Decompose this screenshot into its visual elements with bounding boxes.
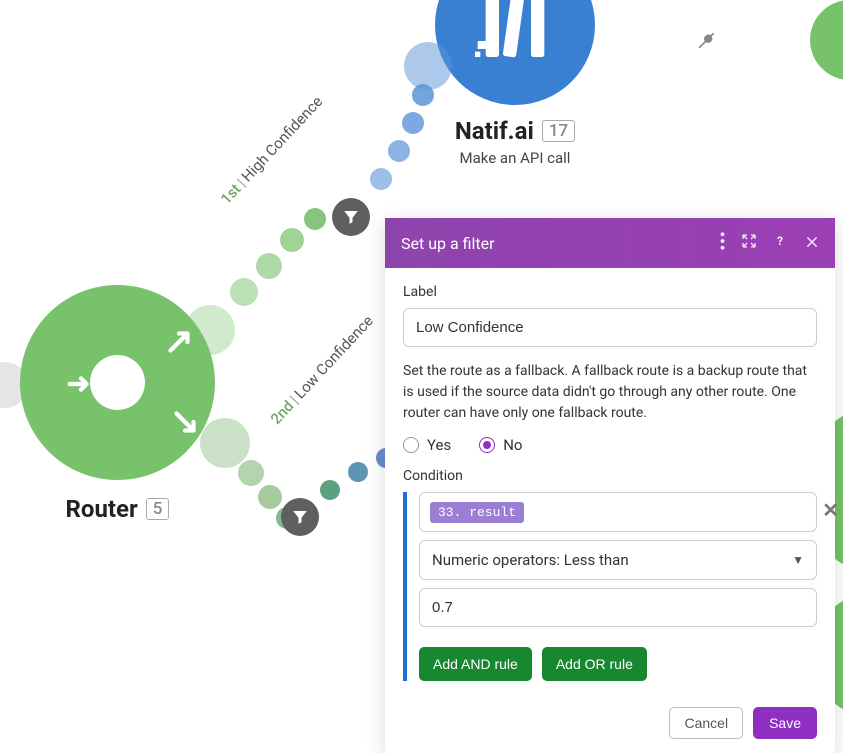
label-input[interactable]: [403, 308, 817, 347]
wrench-icon[interactable]: [696, 28, 716, 52]
natif-title: Natif.ai: [455, 117, 534, 145]
radio-yes[interactable]: Yes: [403, 436, 451, 454]
condition-value-input[interactable]: [419, 588, 817, 627]
panel-header: Set up a filter ?: [385, 218, 835, 268]
condition-field-input[interactable]: 33. result: [419, 492, 817, 532]
natif-badge: 17: [542, 120, 575, 142]
radio-no[interactable]: No: [479, 436, 522, 454]
path-label-high: 1st|High Confidence: [217, 93, 326, 208]
radio-no-dot-icon: [479, 437, 495, 453]
fallback-radios: Yes No: [403, 436, 817, 454]
router-circle[interactable]: [20, 285, 215, 480]
partial-node-top-right: [810, 0, 843, 80]
save-button[interactable]: Save: [753, 707, 817, 739]
close-icon[interactable]: [805, 234, 819, 253]
condition-block: ✕ 33. result Numeric operators: Less tha…: [403, 492, 817, 681]
filter-node-high[interactable]: [332, 198, 370, 236]
help-icon[interactable]: ?: [773, 233, 789, 253]
node-router[interactable]: Router 5: [20, 285, 215, 523]
expand-icon[interactable]: [741, 233, 757, 253]
router-inner-hole: [90, 355, 145, 410]
natif-ai-circle[interactable]: [435, 0, 595, 105]
remove-condition-icon[interactable]: ✕: [822, 498, 839, 522]
more-icon[interactable]: [720, 232, 725, 254]
panel-title: Set up a filter: [401, 234, 495, 253]
fallback-helptext: Set the route as a fallback. A fallback …: [403, 361, 817, 424]
condition-label: Condition: [403, 468, 817, 484]
label-field-label: Label: [403, 284, 817, 300]
operator-select[interactable]: Numeric operators: Less than ▼: [419, 540, 817, 580]
panel-footer: Cancel Save: [385, 695, 835, 753]
cancel-button[interactable]: Cancel: [669, 707, 743, 739]
node-natif-ai[interactable]: Natif.ai 17 Make an API call: [415, 0, 615, 167]
filter-panel: Set up a filter ? Label Set the route as…: [385, 218, 835, 753]
field-chip[interactable]: 33. result: [430, 502, 524, 523]
natif-ai-logo-icon: [475, 0, 555, 65]
path-label-low: 2nd|Low Confidence: [267, 312, 377, 428]
router-title: Router: [66, 495, 138, 523]
chevron-down-icon: ▼: [792, 553, 804, 567]
add-and-rule-button[interactable]: Add AND rule: [419, 647, 532, 681]
filter-node-low[interactable]: [281, 498, 319, 536]
natif-subtitle: Make an API call: [415, 149, 615, 167]
svg-text:?: ?: [777, 234, 783, 248]
router-badge: 5: [146, 498, 170, 520]
add-or-rule-button[interactable]: Add OR rule: [542, 647, 647, 681]
radio-yes-dot-icon: [403, 437, 419, 453]
